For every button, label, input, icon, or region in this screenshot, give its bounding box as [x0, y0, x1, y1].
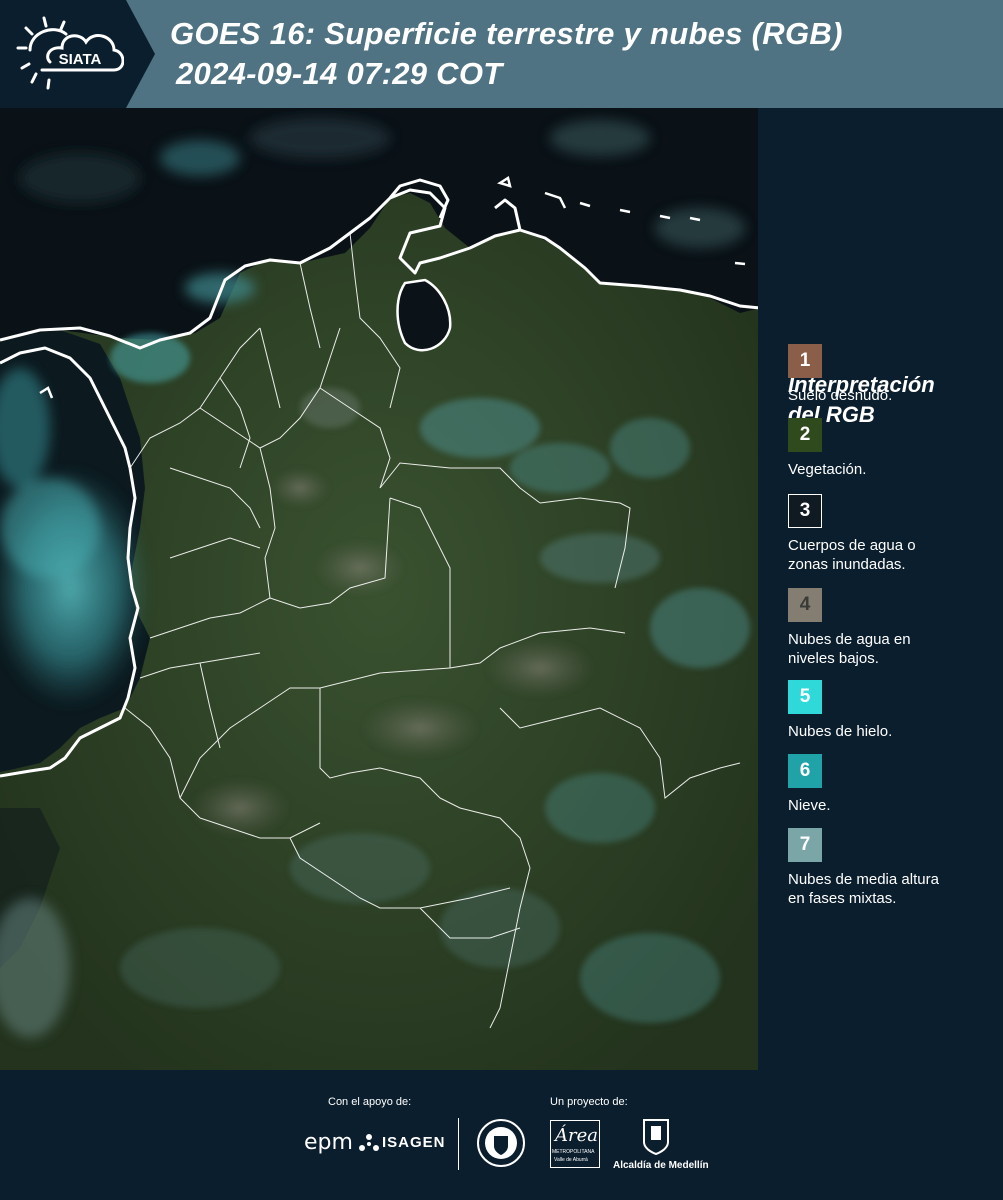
- legend-label: Nieve.: [788, 796, 988, 815]
- legend-swatch: 6: [788, 754, 822, 788]
- legend-swatch: 1: [788, 344, 822, 378]
- legend-label-line: Suelo desnudo.: [788, 387, 893, 404]
- medellin-seal-icon: [477, 1119, 525, 1167]
- legend-swatch: 7: [788, 828, 822, 862]
- legend-label: Nubes de hielo.: [788, 722, 988, 741]
- legend-swatch: 2: [788, 418, 822, 452]
- page-timestamp: 2024-09-14 07:29 COT: [176, 56, 503, 91]
- legend-label: Vegetación.: [788, 460, 988, 479]
- area-logo-sub2: Valle de Aburrá: [554, 1157, 588, 1163]
- isagen-logo: ISAGEN: [382, 1134, 446, 1151]
- sun-cloud-icon: SIATA: [16, 16, 124, 90]
- legend-item-1: 1 Suelo desnudo.: [788, 344, 988, 405]
- legend-item-3: 3 Cuerpos de agua o zonas inundadas.: [788, 494, 988, 574]
- legend-label-line: Nubes de media altura: [788, 871, 939, 888]
- legend-label-line: Nubes de hielo.: [788, 723, 893, 740]
- legend-item-2: 2 Vegetación.: [788, 418, 988, 479]
- epm-logo: epm: [304, 1130, 353, 1155]
- page-title: GOES 16: Superficie terrestre y nubes (R…: [170, 16, 843, 51]
- alcaldia-logo-text: Alcaldía de Medellín: [613, 1160, 709, 1171]
- legend-swatch: 4: [788, 588, 822, 622]
- legend-item-7: 7 Nubes de media altura en fases mixtas.: [788, 828, 988, 908]
- satellite-map[interactable]: [0, 108, 760, 1070]
- legend-label: Suelo desnudo.: [788, 386, 988, 405]
- legend-item-6: 6 Nieve.: [788, 754, 988, 815]
- area-logo-text: Área: [555, 1125, 598, 1146]
- legend-item-4: 4 Nubes de agua en niveles bajos.: [788, 588, 988, 668]
- project-caption: Un proyecto de:: [550, 1096, 628, 1108]
- legend-label-line: Cuerpos de agua o: [788, 537, 916, 554]
- header-bar: SIATA GOES 16: Superficie terrestre y nu…: [0, 0, 1003, 108]
- legend-label-line: Nieve.: [788, 797, 831, 814]
- support-caption: Con el apoyo de:: [328, 1096, 412, 1108]
- alcaldia-shield-icon: [643, 1119, 669, 1156]
- area-logo-sub1: METROPOLITANA: [552, 1149, 595, 1155]
- footer-divider: [458, 1118, 459, 1170]
- legend-swatch: 5: [788, 680, 822, 714]
- legend-item-5: 5 Nubes de hielo.: [788, 680, 988, 741]
- footer: Con el apoyo de: Un proyecto de: epm ISA…: [0, 1070, 1003, 1200]
- legend-panel: Interpretación del RGB 1 Suelo desnudo. 2 V…: [760, 108, 1003, 1070]
- legend-label: Cuerpos de agua o zonas inundadas.: [788, 536, 988, 574]
- area-metropolitana-logo: Área METROPOLITANA Valle de Aburrá: [550, 1120, 600, 1168]
- isagen-icon: [359, 1134, 379, 1151]
- legend-label: Nubes de media altura en fases mixtas.: [788, 870, 988, 908]
- legend-label-line: en fases mixtas.: [788, 890, 897, 907]
- legend-swatch: 3: [788, 494, 822, 528]
- legend-label-line: zonas inundadas.: [788, 556, 906, 573]
- legend-label-line: Vegetación.: [788, 461, 867, 478]
- legend-label-line: niveles bajos.: [788, 650, 879, 667]
- satellite-image: [0, 108, 758, 1070]
- siata-logo-text: SIATA: [59, 51, 102, 68]
- legend-label: Nubes de agua en niveles bajos.: [788, 630, 988, 668]
- siata-logo: SIATA: [0, 0, 155, 108]
- legend-label-line: Nubes de agua en: [788, 631, 911, 648]
